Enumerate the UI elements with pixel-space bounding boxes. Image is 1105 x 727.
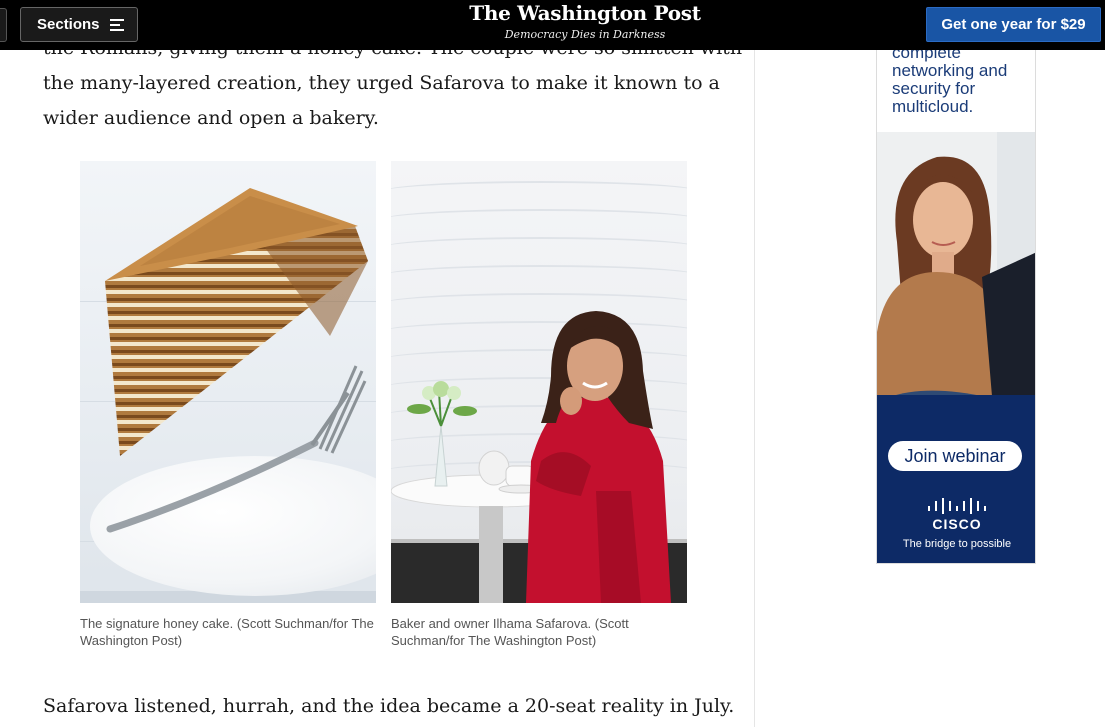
figure-caption: Baker and owner Ilhama Safarova. (Scott … [391,616,629,648]
hamburger-menu-icon [109,18,124,31]
masthead[interactable]: The Washington Post Democracy Dies in Da… [440,1,730,41]
article-paragraph: Safarova listened, hurrah, and the idea … [43,695,735,717]
join-webinar-button[interactable]: Join webinar [888,441,1022,471]
honey-cake-photo[interactable] [80,161,376,603]
ad-headline: complete networking and security for mul… [892,50,1008,116]
masthead-tagline: Democracy Dies in Darkness [504,28,666,41]
left-nav-stub[interactable] [0,8,7,42]
subscribe-button[interactable]: Get one year for $29 [926,7,1101,42]
figure-honey-cake: The signature honey cake. (Scott Suchman… [80,161,376,649]
masthead-logo: The Washington Post [469,1,701,25]
sections-label: Sections [37,16,100,33]
figure-owner-portrait: Baker and owner Ilhama Safarova. (Scott … [391,161,687,649]
column-divider [754,50,755,727]
sections-button[interactable]: Sections [20,7,138,42]
article-body: the Romans, giving them a honey cake. Th… [0,0,755,727]
cisco-logo-icon [928,498,986,514]
site-header: Sections The Washington Post Democracy D… [0,0,1105,50]
ad-brand: CISCO [932,516,982,532]
owner-portrait-photo[interactable] [391,161,687,603]
ad-tagline: The bridge to possible [902,538,1012,550]
figure-caption: The signature honey cake. (Scott Suchman… [80,616,374,648]
cisco-ad[interactable]: complete networking and security for mul… [876,50,1036,564]
